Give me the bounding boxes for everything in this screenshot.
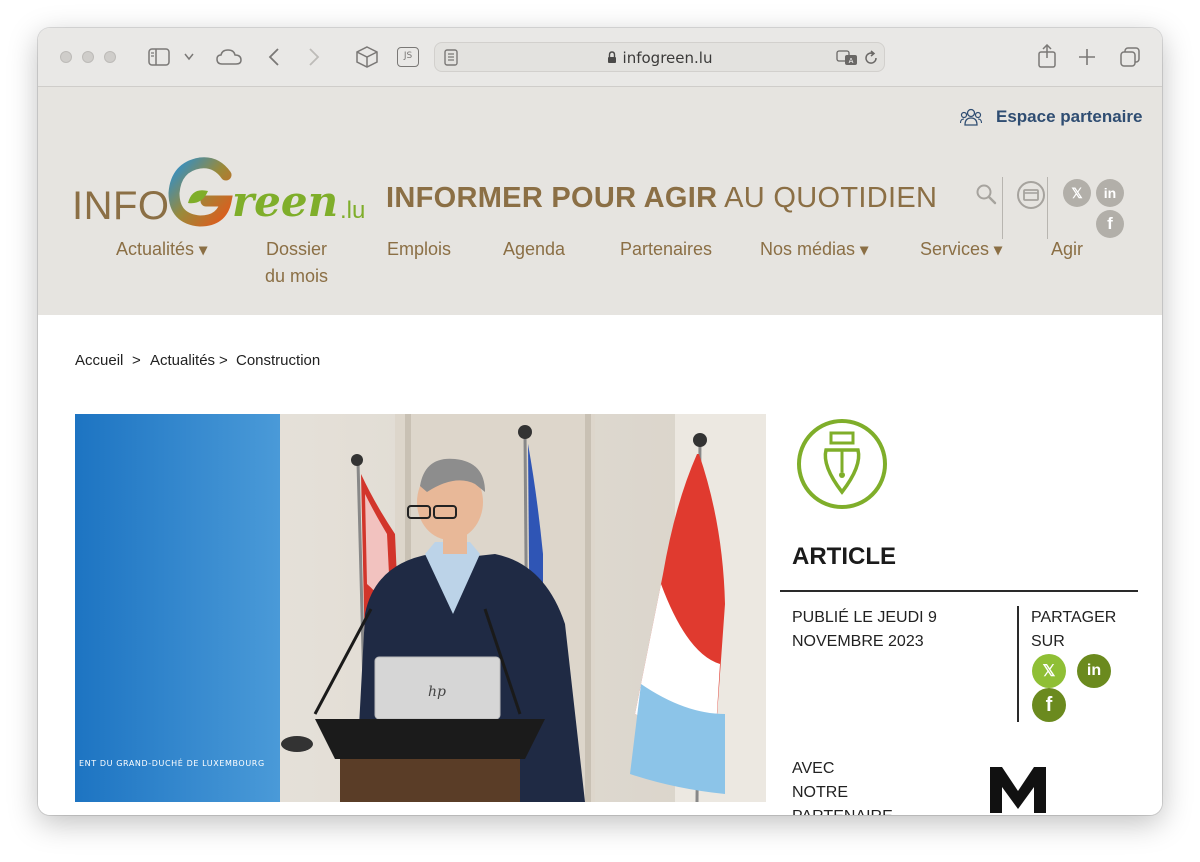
infogreen-logo[interactable]: INFO reen .lu — [72, 157, 372, 228]
breadcrumb-separator: > — [219, 352, 228, 369]
partner-m-logo-icon — [990, 767, 1046, 813]
chevron-down-icon: ▾ — [994, 242, 1003, 259]
nav-label-line2: du mois — [265, 266, 329, 286]
share-label-line2: SUR — [1031, 633, 1065, 650]
lock-icon — [607, 51, 616, 63]
translate-icon[interactable]: A — [836, 50, 858, 66]
svg-text:A: A — [849, 57, 854, 65]
banner-text: ENT DU GRAND-DUCHÉ DE LUXEMBOURG — [79, 757, 265, 768]
reload-icon[interactable] — [863, 50, 879, 66]
partner-label-line3: PARTENAIRE — [792, 805, 893, 815]
url-text: infogreen.lu — [622, 49, 713, 67]
nav-emplois[interactable]: Emplois — [387, 236, 451, 263]
partner-label-line2: NOTRE — [792, 784, 848, 801]
nav-agir[interactable]: Agir — [1051, 236, 1083, 263]
partner-label-line1: AVEC — [792, 760, 835, 777]
pen-nib-icon — [797, 419, 887, 509]
divider — [780, 590, 1138, 592]
share-label-line1: PARTAGER — [1031, 609, 1117, 626]
article-type-label: ARTICLE — [792, 543, 896, 570]
nav-partenaires[interactable]: Partenaires — [620, 236, 712, 263]
laptop-logo: hp — [428, 684, 446, 700]
speaker-at-podium-image: ENT DU GRAND-DUCHÉ DE LUXEMBOURG hp — [75, 414, 766, 802]
breadcrumb-actualites[interactable]: Actualités — [150, 352, 215, 369]
partner-logo[interactable] — [988, 765, 1048, 815]
chevron-down-icon[interactable] — [184, 53, 194, 61]
header-x-icon[interactable]: 𝕏 — [1063, 179, 1091, 207]
zoom-window-button[interactable] — [104, 51, 116, 63]
nav-agenda[interactable]: Agenda — [503, 236, 565, 263]
partner-space-link[interactable]: Espace partenaire — [996, 107, 1142, 127]
header-facebook-icon[interactable]: f — [1096, 210, 1124, 238]
partner-space-icon[interactable] — [960, 108, 982, 126]
url-display: infogreen.lu — [435, 49, 884, 67]
browser-toolbar: JS infogreen.lu A — [38, 28, 1162, 87]
newsletter-icon[interactable] — [1016, 180, 1046, 210]
forward-icon[interactable] — [308, 47, 320, 67]
article-photo: ENT DU GRAND-DUCHÉ DE LUXEMBOURG hp — [75, 414, 766, 802]
nav-services[interactable]: Services ▾ — [920, 236, 1002, 264]
publication-date-line1: PUBLIÉ LE JEUDI 9 — [792, 609, 937, 626]
sidebar-toggle-icon[interactable] — [148, 48, 170, 66]
publication-date-line2: NOVEMBRE 2023 — [792, 633, 924, 650]
partner-label: AVEC NOTRE PARTENAIRE — [792, 757, 893, 815]
share-linkedin-icon[interactable]: in — [1077, 654, 1111, 688]
minimize-window-button[interactable] — [82, 51, 94, 63]
page-content: Accueil > Actualités > Construction ENT … — [38, 315, 1162, 815]
logo-suffix: .lu — [340, 197, 366, 224]
close-window-button[interactable] — [60, 51, 72, 63]
nav-label-line1: Dossier — [266, 239, 328, 259]
tagline-rest: AU QUOTIDIEN — [724, 182, 938, 214]
javascript-extension-icon[interactable]: JS — [397, 47, 419, 67]
chevron-down-icon: ▾ — [199, 242, 208, 259]
tagline-bold: INFORMER POUR AGIR — [386, 182, 718, 214]
address-bar[interactable]: infogreen.lu A — [434, 42, 885, 72]
publication-date: PUBLIÉ LE JEUDI 9 NOVEMBRE 2023 — [792, 606, 937, 654]
divider — [1047, 177, 1048, 239]
header-linkedin-icon[interactable]: in — [1096, 179, 1124, 207]
logo-main: reen — [232, 177, 339, 226]
nav-nos-medias[interactable]: Nos médias ▾ — [760, 236, 868, 264]
site-tagline: INFORMER POUR AGIR AU QUOTIDIEN — [386, 182, 937, 215]
chevron-down-icon: ▾ — [860, 242, 869, 259]
back-icon[interactable] — [268, 47, 280, 67]
new-tab-icon[interactable] — [1078, 48, 1096, 66]
logo-prefix: INFO — [72, 184, 170, 228]
share-facebook-icon[interactable]: f — [1032, 688, 1066, 722]
share-icon[interactable] — [1038, 44, 1056, 68]
icloud-tabs-icon[interactable] — [216, 48, 242, 66]
nav-label: Nos médias — [760, 239, 856, 259]
extension-box-icon[interactable] — [356, 46, 378, 68]
share-x-icon[interactable]: 𝕏 — [1032, 654, 1066, 688]
search-icon[interactable] — [975, 183, 997, 205]
share-label: PARTAGER SUR — [1031, 606, 1116, 654]
tab-overview-icon[interactable] — [1120, 47, 1140, 67]
nav-dossier-du-mois[interactable]: Dossier du mois — [265, 236, 328, 290]
divider — [1017, 606, 1019, 722]
breadcrumb-current: Construction — [236, 352, 321, 369]
nav-actualites[interactable]: Actualités ▾ — [116, 236, 207, 264]
site-header: Espace partenaire 𝕏 in f INFO reen .lu I… — [38, 87, 1162, 315]
logo-g-icon — [168, 157, 233, 227]
nav-label: Actualités — [116, 239, 195, 259]
divider — [1002, 177, 1003, 239]
browser-window: JS infogreen.lu A Espace partenaire 𝕏 in… — [38, 28, 1162, 815]
nav-label: Services — [920, 239, 990, 259]
breadcrumb-separator: > — [132, 352, 141, 369]
breadcrumb-home[interactable]: Accueil — [75, 352, 123, 369]
